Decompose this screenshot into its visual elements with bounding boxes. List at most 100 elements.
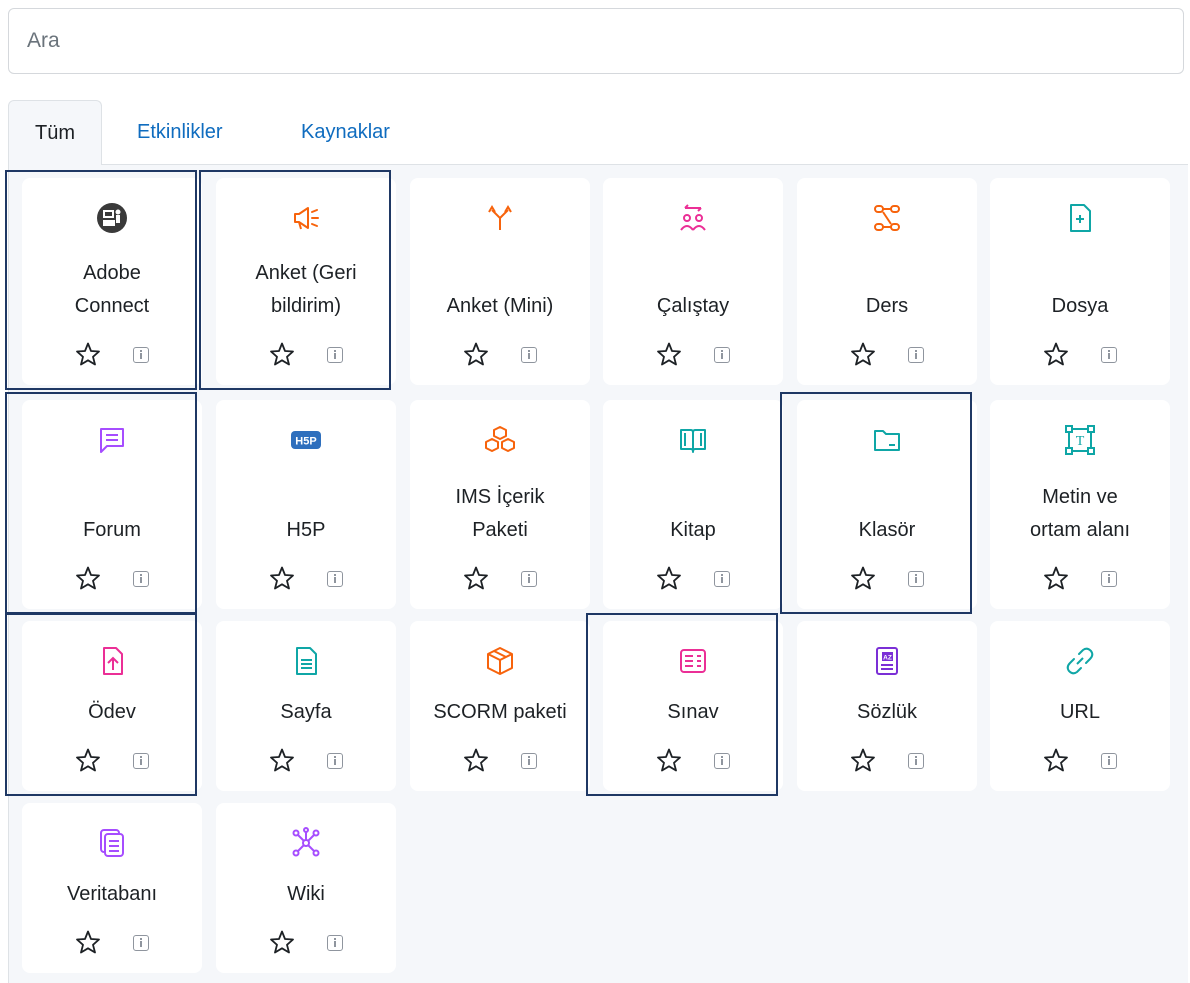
module-name-line2: Ödev <box>88 701 136 723</box>
file-plus-icon <box>1062 200 1098 236</box>
module-actions <box>990 747 1170 773</box>
workshop-people-icon <box>675 200 711 236</box>
module-card[interactable]: Ders <box>797 178 977 385</box>
module-name-line1: IMS İçerik <box>455 486 545 508</box>
tab-all[interactable]: Tüm <box>8 100 102 165</box>
info-icon[interactable] <box>714 571 730 587</box>
star-icon[interactable] <box>463 747 489 773</box>
module-actions <box>603 341 783 367</box>
module-name: Dosya <box>994 290 1166 323</box>
module-name-line2: Kitap <box>670 519 716 541</box>
adobe-connect-icon <box>94 200 130 236</box>
module-actions <box>22 929 202 955</box>
star-icon[interactable] <box>463 565 489 591</box>
module-actions <box>22 747 202 773</box>
module-card[interactable]: Dosya <box>990 178 1170 385</box>
star-icon[interactable] <box>75 565 101 591</box>
star-icon[interactable] <box>75 747 101 773</box>
module-actions <box>990 341 1170 367</box>
module-name: Kitap <box>607 514 779 547</box>
module-name-line2: Connect <box>74 295 150 317</box>
module-name-line2: Sınav <box>667 701 719 723</box>
info-icon[interactable] <box>133 935 149 951</box>
star-icon[interactable] <box>656 565 682 591</box>
info-icon[interactable] <box>327 753 343 769</box>
star-icon[interactable] <box>1043 747 1069 773</box>
module-name: Adobe Connect <box>26 257 198 323</box>
module-card[interactable]: SCORM paketi <box>410 621 590 791</box>
info-icon[interactable] <box>327 347 343 363</box>
module-name-line2: bildirim) <box>271 295 341 317</box>
folder-icon <box>869 422 905 458</box>
module-actions <box>216 341 396 367</box>
module-actions <box>990 565 1170 591</box>
module-card[interactable]: AZ Sözlük <box>797 621 977 791</box>
info-icon[interactable] <box>1101 571 1117 587</box>
star-icon[interactable] <box>850 747 876 773</box>
module-name-line2: URL <box>1059 701 1100 723</box>
module-card[interactable]: Veritabanı <box>22 803 202 973</box>
module-card[interactable]: Ödev <box>22 621 202 791</box>
tab-activities[interactable]: Etkinlikler <box>137 100 223 164</box>
module-card[interactable]: Anket (Geri bildirim) <box>216 178 396 385</box>
star-icon[interactable] <box>656 747 682 773</box>
module-card[interactable]: IMS İçerik Paketi <box>410 400 590 609</box>
module-card[interactable]: Wiki <box>216 803 396 973</box>
info-icon[interactable] <box>1101 347 1117 363</box>
info-icon[interactable] <box>133 347 149 363</box>
info-icon[interactable] <box>714 347 730 363</box>
star-icon[interactable] <box>269 747 295 773</box>
module-card[interactable]: Klasör <box>797 400 977 609</box>
module-card[interactable]: Adobe Connect <box>22 178 202 385</box>
tab-resources[interactable]: Kaynaklar <box>301 100 390 164</box>
info-icon[interactable] <box>908 347 924 363</box>
info-icon[interactable] <box>908 571 924 587</box>
module-card[interactable]: T Metin ve ortam alanı <box>990 400 1170 609</box>
module-card[interactable]: Anket (Mini) <box>410 178 590 385</box>
module-name-line2: Sözlük <box>856 701 918 723</box>
module-name: IMS İçerik Paketi <box>414 481 586 547</box>
svg-text:T: T <box>1076 434 1085 449</box>
star-icon[interactable] <box>1043 565 1069 591</box>
info-icon[interactable] <box>714 753 730 769</box>
star-icon[interactable] <box>269 565 295 591</box>
text-media-icon: T <box>1062 422 1098 458</box>
assignment-upload-icon <box>94 643 130 679</box>
module-card[interactable]: URL <box>990 621 1170 791</box>
star-icon[interactable] <box>75 341 101 367</box>
module-card[interactable]: Çalıştay <box>603 178 783 385</box>
module-name: Metin ve ortam alanı <box>994 481 1166 547</box>
star-icon[interactable] <box>269 341 295 367</box>
module-card[interactable]: Sınav <box>603 621 783 791</box>
star-icon[interactable] <box>850 565 876 591</box>
module-name-line2: Wiki <box>287 883 325 905</box>
module-name-line2: Forum <box>83 519 141 541</box>
star-icon[interactable] <box>463 341 489 367</box>
info-icon[interactable] <box>908 753 924 769</box>
module-card[interactable]: Kitap <box>603 400 783 609</box>
star-icon[interactable] <box>656 341 682 367</box>
info-icon[interactable] <box>133 753 149 769</box>
module-card[interactable]: Sayfa <box>216 621 396 791</box>
module-card[interactable]: H5P H5P <box>216 400 396 609</box>
info-icon[interactable] <box>521 571 537 587</box>
info-icon[interactable] <box>1101 753 1117 769</box>
star-icon[interactable] <box>269 929 295 955</box>
search-input[interactable] <box>8 8 1184 74</box>
star-icon[interactable] <box>850 341 876 367</box>
info-icon[interactable] <box>521 347 537 363</box>
link-icon <box>1062 643 1098 679</box>
module-name: Forum <box>26 514 198 547</box>
star-icon[interactable] <box>75 929 101 955</box>
info-icon[interactable] <box>327 935 343 951</box>
module-name: Ödev <box>26 696 198 729</box>
module-actions <box>216 747 396 773</box>
star-icon[interactable] <box>1043 341 1069 367</box>
info-icon[interactable] <box>327 571 343 587</box>
module-card[interactable]: Forum <box>22 400 202 609</box>
info-icon[interactable] <box>133 571 149 587</box>
module-name: Anket (Mini) <box>414 290 586 323</box>
info-icon[interactable] <box>521 753 537 769</box>
quiz-icon <box>675 643 711 679</box>
module-name-line2: H5P <box>286 519 326 541</box>
